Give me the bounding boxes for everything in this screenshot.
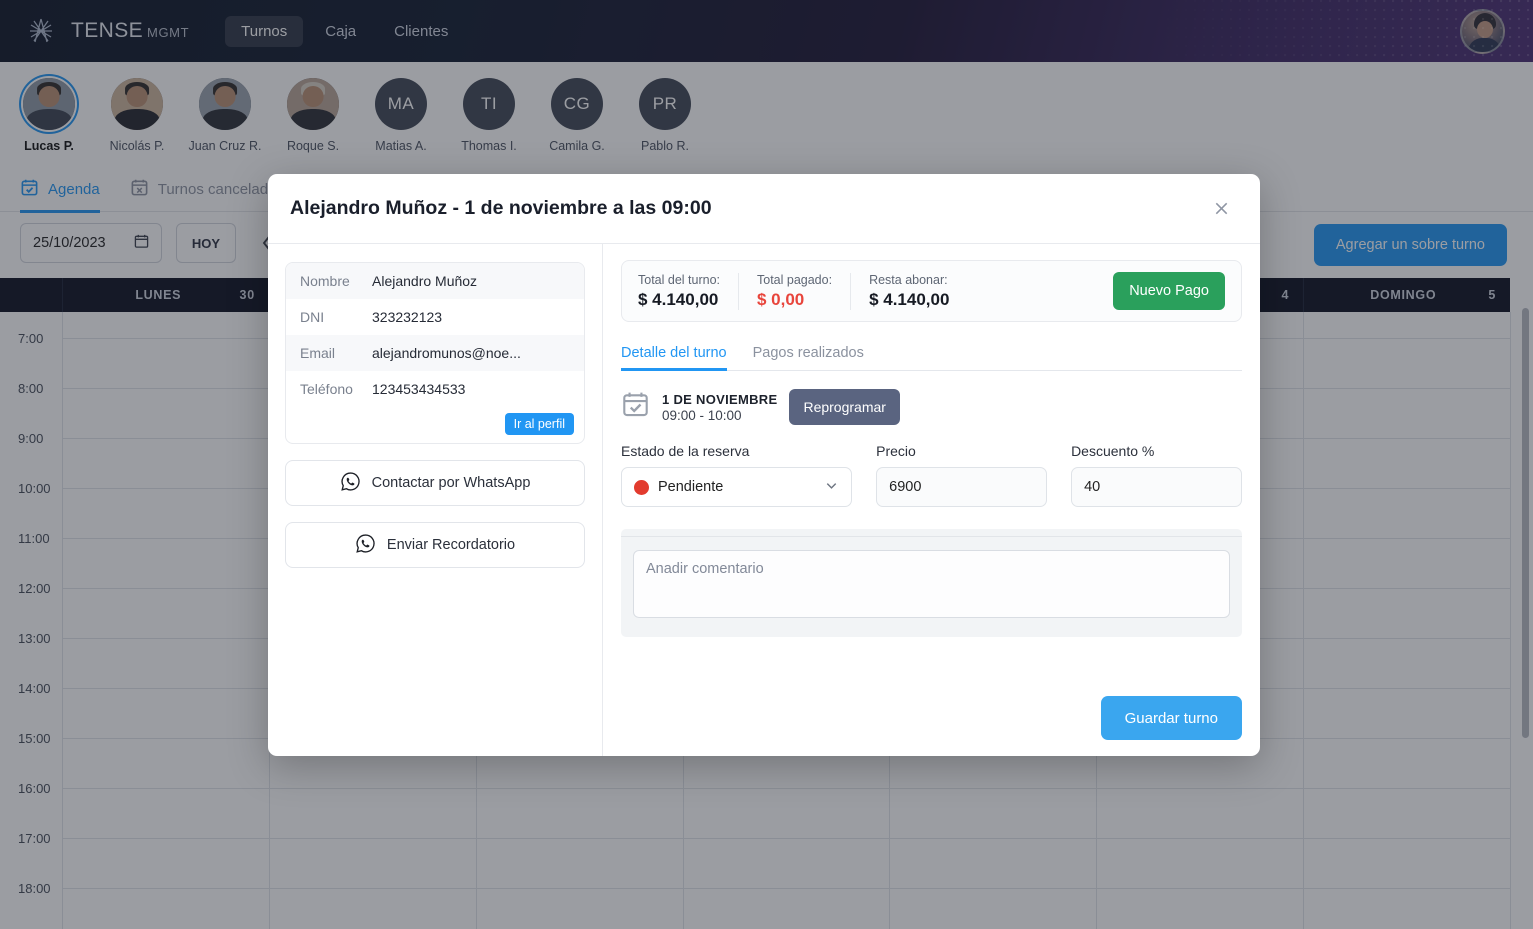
client-info-label: Email [300,345,372,361]
contact-whatsapp-label: Contactar por WhatsApp [372,475,531,491]
appointment-datetime: 1 DE NOVIEMBRE 09:00 - 10:00 Reprogramar [621,389,1242,425]
total-turno: Total del turno: $ 4.140,00 [638,273,739,310]
save-appointment-button[interactable]: Guardar turno [1101,696,1242,740]
client-info-row: Email alejandromunos@noe... [286,335,584,371]
discount-label: Descuento % [1071,443,1242,459]
client-info-row: Nombre Alejandro Muñoz [286,263,584,299]
appointment-panel: Total del turno: $ 4.140,00 Total pagado… [603,244,1260,756]
client-info-label: Nombre [300,273,372,289]
send-reminder-label: Enviar Recordatorio [387,537,515,553]
total-turno-value: $ 4.140,00 [638,290,720,310]
comment-divider [621,536,1242,537]
modal-title: Alejandro Muñoz - 1 de noviembre a las 0… [290,197,712,220]
modal-footer: Guardar turno [621,684,1242,740]
status-field: Estado de la reserva Pendiente [621,443,852,507]
modal-header: Alejandro Muñoz - 1 de noviembre a las 0… [268,174,1260,244]
totals-bar: Total del turno: $ 4.140,00 Total pagado… [621,260,1242,322]
client-info-label: DNI [300,309,372,325]
total-pagado-value: $ 0,00 [757,290,832,310]
calendar-check-icon [621,390,650,424]
client-info-value: 323232123 [372,309,442,325]
client-info-value: Alejandro Muñoz [372,273,477,289]
go-to-profile-button[interactable]: Ir al perfil [505,413,574,435]
close-icon[interactable] [1204,192,1238,226]
client-info-value: 123453434533 [372,381,465,397]
status-select[interactable]: Pendiente [621,467,852,507]
total-pagado: Total pagado: $ 0,00 [757,273,851,310]
resta-abonar: Resta abonar: $ 4.140,00 [869,273,967,310]
appointment-modal: Alejandro Muñoz - 1 de noviembre a las 0… [268,174,1260,756]
tab-pagos-realizados[interactable]: Pagos realizados [753,337,864,370]
modal-body: Nombre Alejandro Muñoz DNI 323232123 Ema… [268,244,1260,756]
discount-input[interactable] [1071,467,1242,507]
send-reminder-button[interactable]: Enviar Recordatorio [285,522,585,568]
whatsapp-icon [355,533,376,558]
price-label: Precio [876,443,1047,459]
resta-abonar-value: $ 4.140,00 [869,290,949,310]
appointment-fields: Estado de la reserva Pendiente Precio [621,443,1242,507]
appointment-time: 09:00 - 10:00 [662,408,777,423]
resta-abonar-label: Resta abonar: [869,273,949,287]
comment-section [621,529,1242,637]
appointment-date: 1 DE NOVIEMBRE [662,392,777,407]
detail-tabs: Detalle del turno Pagos realizados [621,337,1242,371]
client-panel: Nombre Alejandro Muñoz DNI 323232123 Ema… [268,244,603,756]
comment-textarea[interactable] [633,550,1230,618]
price-input[interactable] [876,467,1047,507]
client-info-card: Nombre Alejandro Muñoz DNI 323232123 Ema… [285,262,585,444]
reschedule-button[interactable]: Reprogramar [789,389,899,425]
app-root: TENSEMGMT Turnos Caja Clientes Lucas P. … [0,0,1533,929]
client-info-value: alejandromunos@noe... [372,345,521,361]
status-value: Pendiente [658,479,723,495]
new-payment-button[interactable]: Nuevo Pago [1113,272,1225,310]
client-info-label: Teléfono [300,381,372,397]
client-info-row: DNI 323232123 [286,299,584,335]
tab-detalle-del-turno[interactable]: Detalle del turno [621,337,727,370]
total-turno-label: Total del turno: [638,273,720,287]
discount-field: Descuento % [1071,443,1242,507]
whatsapp-icon [340,471,361,496]
price-field: Precio [876,443,1047,507]
status-label: Estado de la reserva [621,443,852,459]
chevron-down-icon [824,478,839,497]
client-info-row: Teléfono 123453434533 [286,371,584,407]
total-pagado-label: Total pagado: [757,273,832,287]
contact-whatsapp-button[interactable]: Contactar por WhatsApp [285,460,585,506]
status-dot-icon [634,480,649,495]
